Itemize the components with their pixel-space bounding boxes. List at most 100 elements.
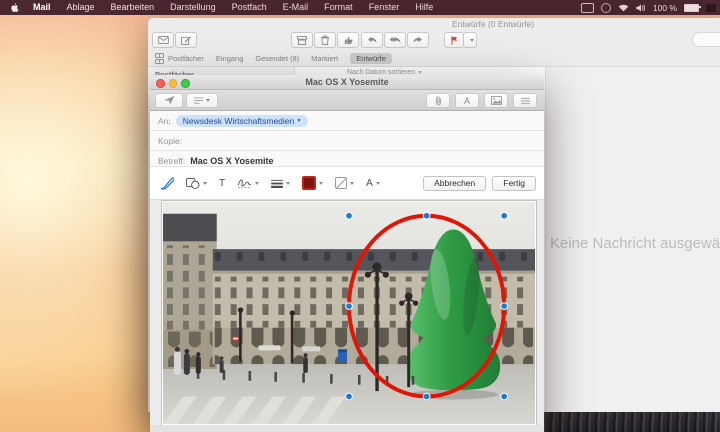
forward-button[interactable] bbox=[407, 32, 429, 48]
chevron-down-icon bbox=[298, 119, 301, 121]
main-window-toolbar bbox=[148, 29, 720, 51]
apple-menu-icon[interactable] bbox=[0, 2, 25, 13]
attach-button[interactable] bbox=[426, 93, 450, 108]
compose-titlebar[interactable]: Mac OS X Yosemite bbox=[150, 75, 544, 90]
font-tool[interactable]: A bbox=[366, 178, 380, 189]
selection-handle bbox=[501, 303, 508, 310]
border-color-tool[interactable] bbox=[302, 176, 323, 190]
minimize-button[interactable] bbox=[169, 79, 178, 88]
desktop-wallpaper-rock bbox=[544, 411, 720, 432]
to-label: An: bbox=[158, 116, 171, 126]
markup-toolbar: T A Abbrechen Fert bbox=[150, 166, 544, 200]
fill-color-tool[interactable] bbox=[335, 177, 354, 189]
junk-button[interactable] bbox=[337, 32, 359, 48]
screen: Mail Ablage Bearbeiten Darstellung Postf… bbox=[0, 0, 720, 432]
close-button[interactable] bbox=[156, 79, 165, 88]
volume-icon[interactable] bbox=[636, 4, 646, 12]
battery-percentage[interactable]: 100 % bbox=[653, 3, 677, 13]
flag-menu-button[interactable] bbox=[463, 32, 477, 48]
window-controls bbox=[156, 79, 190, 88]
menu-item-format[interactable]: Format bbox=[316, 0, 361, 15]
menu-item-fenster[interactable]: Fenster bbox=[361, 0, 408, 15]
chevron-down-icon bbox=[255, 182, 259, 185]
send-button[interactable] bbox=[155, 93, 183, 108]
menu-item-ablage[interactable]: Ablage bbox=[59, 0, 103, 15]
no-message-placeholder: Keine Nachricht ausgewählt bbox=[550, 235, 720, 252]
border-color-chip bbox=[302, 176, 316, 190]
notification-center-icon[interactable] bbox=[706, 4, 716, 12]
selection-handle bbox=[501, 212, 508, 219]
format-button[interactable]: A bbox=[455, 93, 479, 108]
favorites-bar: Postfächer Eingang Gesendet (8) Markiert… bbox=[148, 51, 720, 67]
clock-icon[interactable] bbox=[601, 3, 611, 13]
show-fields-button[interactable] bbox=[513, 93, 537, 108]
reply-all-button[interactable] bbox=[384, 32, 406, 48]
reply-button[interactable] bbox=[361, 32, 383, 48]
wifi-icon[interactable] bbox=[618, 4, 629, 12]
favorite-markiert[interactable]: Markiert bbox=[311, 54, 338, 63]
menu-item-postfach[interactable]: Postfach bbox=[224, 0, 275, 15]
header-options-button[interactable] bbox=[186, 93, 218, 108]
recipient-name: Newsdesk Wirtschaftsmedien bbox=[183, 116, 294, 126]
done-button[interactable]: Fertig bbox=[492, 176, 536, 191]
compose-fields: An: Newsdesk Wirtschaftsmedien Kopie: Be… bbox=[150, 111, 544, 171]
menu-item-bearbeiten[interactable]: Bearbeiten bbox=[103, 0, 163, 15]
zoom-button[interactable] bbox=[181, 79, 190, 88]
menu-bar: Mail Ablage Bearbeiten Darstellung Postf… bbox=[0, 0, 720, 15]
cancel-button[interactable]: Abbrechen bbox=[423, 176, 486, 191]
photo-paris-scene bbox=[163, 202, 535, 424]
line-style-tool[interactable] bbox=[271, 179, 290, 188]
shapes-tool[interactable] bbox=[186, 178, 207, 189]
chevron-down-icon bbox=[350, 182, 354, 185]
selection-handle bbox=[423, 212, 430, 219]
markup-image[interactable] bbox=[161, 200, 537, 426]
font-tool-label: A bbox=[366, 178, 373, 189]
menu-item-darstellung[interactable]: Darstellung bbox=[162, 0, 224, 15]
favorite-eingang[interactable]: Eingang bbox=[216, 54, 244, 63]
main-window-title: Entwürfe (0 Entwürfe) bbox=[452, 19, 534, 29]
compose-button[interactable] bbox=[175, 32, 197, 48]
selection-handle bbox=[346, 393, 353, 400]
compose-window-title: Mac OS X Yosemite bbox=[150, 75, 544, 89]
selection-handle bbox=[346, 212, 353, 219]
main-window-titlebar[interactable]: Entwürfe (0 Entwürfe) bbox=[148, 18, 720, 29]
menu-item-mail[interactable]: Mail bbox=[25, 0, 59, 15]
selection-handle bbox=[501, 393, 508, 400]
cc-field[interactable]: Kopie: bbox=[150, 131, 544, 151]
recipient-token[interactable]: Newsdesk Wirtschaftsmedien bbox=[176, 115, 308, 127]
subject-value: Mac OS X Yosemite bbox=[190, 156, 273, 166]
subject-label: Betreff: bbox=[158, 156, 185, 166]
chevron-down-icon bbox=[470, 39, 474, 42]
text-tool[interactable]: T bbox=[219, 178, 225, 189]
favorite-postfaecher[interactable]: Postfächer bbox=[168, 54, 204, 63]
menu-item-email[interactable]: E-Mail bbox=[275, 0, 317, 15]
input-source-icon[interactable] bbox=[581, 3, 594, 13]
chevron-down-icon bbox=[418, 71, 421, 73]
sketch-tool[interactable] bbox=[160, 177, 174, 190]
search-field[interactable] bbox=[692, 32, 720, 47]
get-mail-button[interactable] bbox=[152, 32, 174, 48]
reading-pane: Keine Nachricht ausgewählt bbox=[546, 67, 720, 412]
to-field[interactable]: An: Newsdesk Wirtschaftsmedien bbox=[150, 111, 544, 131]
fill-color-chip bbox=[335, 177, 347, 189]
mailboxes-grid-icon bbox=[155, 53, 162, 64]
chevron-down-icon bbox=[203, 182, 207, 185]
selection-handle bbox=[423, 393, 430, 400]
flag-button[interactable] bbox=[444, 32, 464, 48]
battery-icon[interactable] bbox=[684, 4, 699, 12]
delete-button[interactable] bbox=[314, 32, 336, 48]
sign-tool[interactable] bbox=[237, 178, 259, 188]
favorite-gesendet[interactable]: Gesendet (8) bbox=[255, 54, 299, 63]
chevron-down-icon bbox=[319, 182, 323, 185]
favorite-entwuerfe[interactable]: Entwürfe bbox=[350, 53, 392, 64]
selection-handle bbox=[346, 303, 353, 310]
chevron-down-icon bbox=[376, 182, 380, 185]
compose-toolbar: A bbox=[150, 90, 544, 111]
chevron-down-icon bbox=[286, 182, 290, 185]
menu-item-hilfe[interactable]: Hilfe bbox=[407, 0, 441, 15]
archive-button[interactable] bbox=[291, 32, 313, 48]
compose-window: Mac OS X Yosemite A An: bbox=[150, 75, 544, 432]
cc-label: Kopie: bbox=[158, 136, 182, 146]
photo-browser-button[interactable] bbox=[484, 93, 508, 108]
chevron-down-icon bbox=[206, 99, 210, 102]
